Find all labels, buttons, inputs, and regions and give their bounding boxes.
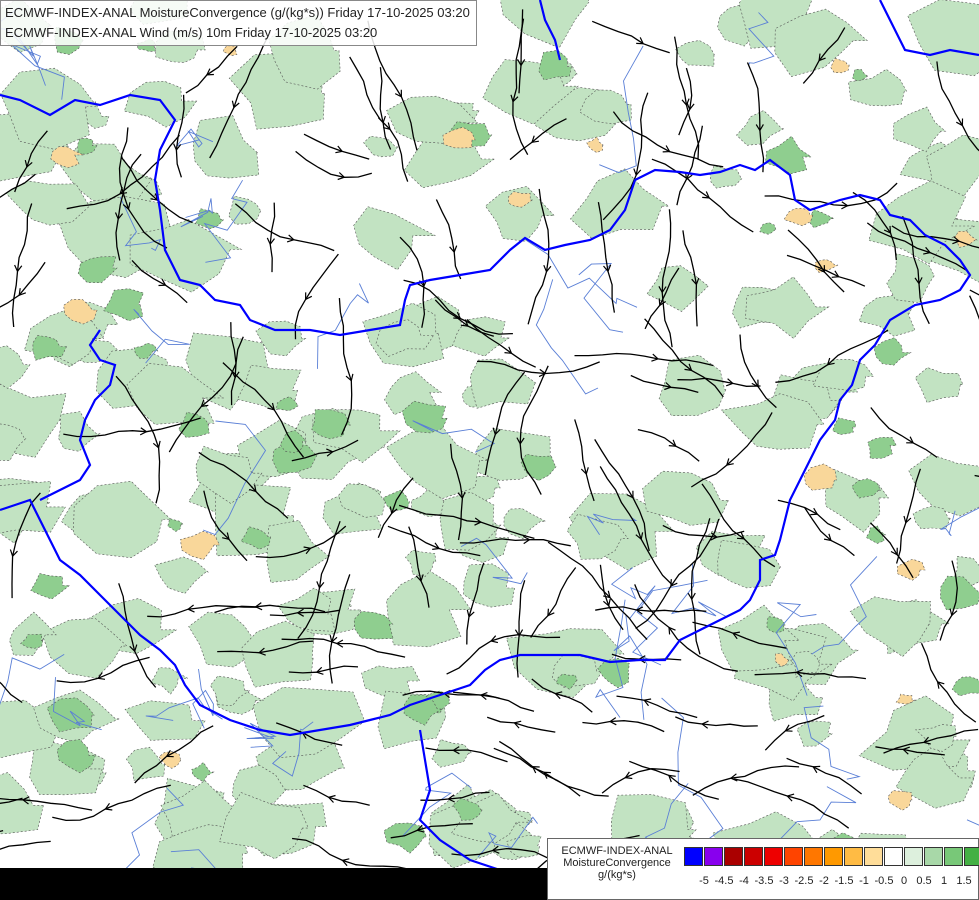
- map-title-box: ECMWF-INDEX-ANAL MoistureConvergence (g/…: [0, 0, 477, 46]
- legend-swatch: [724, 847, 743, 866]
- legend-swatch: [884, 847, 903, 866]
- legend-title: ECMWF-INDEX-ANAL MoistureConvergence g/(…: [552, 845, 682, 881]
- legend-tick-label: 1: [940, 875, 948, 887]
- legend-tick-label: -4.5: [714, 875, 734, 887]
- legend-swatch: [844, 847, 863, 866]
- legend-swatch: [944, 847, 963, 866]
- legend-tick-label: -3.5: [754, 875, 774, 887]
- legend-tick-label: 0: [900, 875, 908, 887]
- legend-swatch: [744, 847, 763, 866]
- legend-tick-label: -1: [859, 875, 869, 887]
- title-line-moisture: ECMWF-INDEX-ANAL MoistureConvergence (g/…: [5, 5, 470, 20]
- legend-swatch: [804, 847, 823, 866]
- weather-map: ECMWF-INDEX-ANAL MoistureConvergence (g/…: [0, 0, 979, 900]
- legend-title-line3: g/(kg*s): [598, 869, 636, 881]
- map-canvas: [0, 0, 979, 900]
- legend-swatch: [924, 847, 943, 866]
- legend-swatch: [904, 847, 923, 866]
- legend-tick-label: -2.5: [794, 875, 814, 887]
- legend-swatch: [784, 847, 803, 866]
- legend-tick-label: 0.5: [916, 875, 932, 887]
- legend-tick-label: -0.5: [874, 875, 894, 887]
- legend-tick-label: -4: [739, 875, 749, 887]
- legend-title-line1: ECMWF-INDEX-ANAL: [561, 845, 673, 857]
- legend-swatch: [684, 847, 703, 866]
- legend-ticks: -5-4.5-4-3.5-3-2.5-2-1.5-1-0.500.511.52: [684, 875, 979, 889]
- legend-swatches: [684, 847, 979, 866]
- legend-title-line2: MoistureConvergence: [563, 857, 671, 869]
- legend-swatch: [824, 847, 843, 866]
- legend-tick-label: -2: [819, 875, 829, 887]
- legend-swatch: [964, 847, 979, 866]
- legend-tick-label: 1.5: [956, 875, 972, 887]
- title-line-wind: ECMWF-INDEX-ANAL Wind (m/s) 10m Friday 1…: [5, 25, 378, 40]
- legend-swatch: [764, 847, 783, 866]
- bottom-black-bar: [0, 868, 560, 900]
- legend-swatch: [704, 847, 723, 866]
- legend-swatch: [864, 847, 883, 866]
- legend-tick-label: -1.5: [834, 875, 854, 887]
- legend-tick-label: -3: [779, 875, 789, 887]
- legend-tick-label: -5: [699, 875, 709, 887]
- color-legend: ECMWF-INDEX-ANAL MoistureConvergence g/(…: [547, 838, 979, 900]
